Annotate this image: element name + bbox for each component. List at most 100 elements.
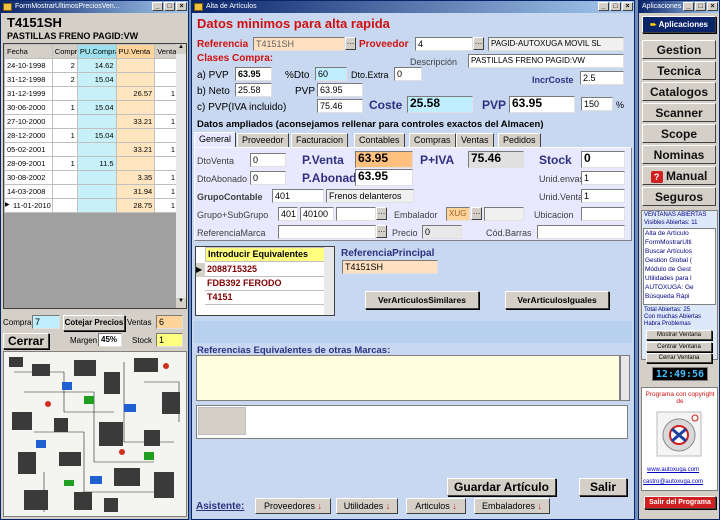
ver-articulos-similares-button[interactable]: VerArticulosSimilares — [365, 291, 479, 309]
subgrupo-input[interactable]: 40100 — [300, 207, 334, 221]
equivalent-row[interactable]: 2088715325 — [205, 263, 325, 277]
close-button[interactable]: × — [176, 2, 187, 11]
pvp-a-input[interactable]: 63.95 — [235, 67, 272, 81]
tab-ventas[interactable]: Ventas — [456, 133, 494, 147]
table-row[interactable]: 05-02-2001 33.21 1 — [4, 142, 178, 157]
scroll-up-arrow[interactable]: ▲ — [176, 44, 186, 54]
nav-catalogos[interactable]: Catalogos — [642, 82, 716, 101]
mostrar-ventana-button[interactable]: Mostrar Ventana — [646, 330, 712, 340]
col-fecha[interactable]: Fecha — [4, 44, 53, 59]
window-list-item[interactable]: Utilidades para l — [644, 274, 715, 283]
close-button[interactable]: × — [622, 2, 633, 11]
pvp-iva-input[interactable]: 75.46 — [317, 99, 363, 113]
grupo-input[interactable]: 401 — [278, 207, 298, 221]
incr-coste-input[interactable]: 2.5 — [580, 71, 624, 85]
window-list-item[interactable]: Módulo de Gest — [644, 265, 715, 274]
table-row[interactable]: 31-12-1999 26.57 1 — [4, 86, 178, 101]
title-bar[interactable]: Aplicaciones _ □ × — [639, 1, 719, 13]
cod-barras-input[interactable] — [537, 225, 625, 239]
tab-facturacion[interactable]: Facturacion — [291, 133, 349, 147]
cotejar-precios-button[interactable]: Cotejar Precios — [63, 315, 125, 331]
table-row[interactable]: 24-10-1998 2 14.62 — [4, 58, 178, 73]
ref-equivalentes-textarea[interactable] — [196, 355, 620, 401]
referencia-input[interactable]: T4151SH — [253, 37, 345, 51]
embalador-lookup-button[interactable]: … — [471, 207, 482, 220]
cerrar-button[interactable]: Cerrar — [3, 333, 49, 349]
embalador-input[interactable]: XUG — [446, 207, 470, 221]
website-link[interactable]: www.autoxuga.com — [647, 467, 699, 473]
window-list-item[interactable]: Gestion Global ( — [644, 256, 715, 265]
salir-programa-button[interactable]: Salir del Programa — [644, 496, 716, 509]
nav-scope[interactable]: Scope — [642, 124, 716, 143]
window-list-item[interactable]: FormMostrarUlti — [644, 238, 715, 247]
table-row[interactable]: 28-09-2001 1 11.5 — [4, 156, 178, 171]
pvp-input[interactable]: 63.95 — [317, 83, 363, 97]
cerrar-ventana-button[interactable]: Cerrar Ventana — [646, 353, 712, 363]
table-row[interactable]: 31-12-1998 2 15.04 — [4, 72, 178, 87]
window-list-item[interactable]: Búsqueda Rápi — [644, 292, 715, 301]
dto-input[interactable]: 60 — [315, 67, 347, 81]
table-row[interactable]: 11-01-2010 ▶ 28.75 1 — [4, 198, 178, 213]
tab-compras[interactable]: Compras — [409, 133, 456, 147]
tab-pedidos[interactable]: Pedidos — [498, 133, 541, 147]
proveedor-input[interactable]: 4 — [415, 37, 473, 51]
tab-proveedor[interactable]: Proveedor — [237, 133, 289, 147]
maximize-button[interactable]: □ — [695, 2, 706, 11]
nav-gestion[interactable]: Gestion — [642, 40, 716, 59]
table-row[interactable]: 30-06-2000 1 15.04 — [4, 100, 178, 115]
asistente-articulos-button[interactable]: Articulos ↓ — [406, 498, 466, 514]
equivalent-row[interactable]: T4151 — [205, 291, 325, 305]
grupo-contable-input[interactable]: 401 — [272, 189, 324, 203]
title-bar[interactable]: Alta de Artículos _ □ × — [192, 1, 634, 13]
title-bar[interactable]: FormMostrarUltimosPreciosVen... _ □ × — [1, 1, 188, 13]
unid-envase-input[interactable]: 1 — [581, 171, 625, 185]
precio-input[interactable]: 0 — [422, 225, 462, 239]
asistente-embaladores-button[interactable]: Embaladores ↓ — [474, 498, 550, 514]
close-button[interactable]: × — [707, 2, 718, 11]
ref-equivalentes-scrollbar[interactable] — [620, 355, 630, 401]
referencia-marca-lookup-button[interactable]: … — [376, 225, 387, 238]
minimize-button[interactable]: _ — [683, 2, 694, 11]
window-list-item[interactable]: Buscar Artículos — [644, 247, 715, 256]
subgrupo-lookup-button[interactable]: … — [376, 207, 387, 220]
table-row[interactable]: 30-08-2002 3.35 1 — [4, 170, 178, 185]
salir-button[interactable]: Salir — [579, 478, 627, 496]
window-list-item[interactable]: AUTOXUGA: Ge — [644, 283, 715, 292]
col-pu-compra[interactable]: PU.Compra — [76, 44, 117, 59]
proveedor-lookup-button[interactable]: … — [473, 37, 484, 50]
referencia-marca-input[interactable] — [278, 225, 376, 239]
col-venta[interactable]: Venta — [154, 44, 178, 59]
col-pu-venta[interactable]: PU.Venta — [115, 44, 156, 59]
asistente-utilidades-button[interactable]: Utilidades ↓ — [336, 498, 398, 514]
minimize-button[interactable]: _ — [598, 2, 609, 11]
unid-venta-input[interactable]: 1 — [581, 189, 625, 203]
grid-scrollbar[interactable]: ▲ ▼ — [176, 44, 186, 308]
nav-scanner[interactable]: Scanner — [642, 103, 716, 122]
dtoventa-input[interactable]: 0 — [250, 153, 286, 167]
equivalents-header[interactable]: Introducir Equivalentes — [205, 247, 325, 262]
centrar-ventana-button[interactable]: Centrar Ventana — [646, 342, 712, 352]
equivalent-row[interactable]: FDB392 FERODO — [205, 277, 325, 291]
guardar-articulo-button[interactable]: Guardar Artículo — [447, 478, 556, 496]
ubicacion-input[interactable] — [581, 207, 625, 221]
nav-manual[interactable]: ? Manual — [642, 166, 716, 185]
percent-input[interactable]: 150 — [581, 97, 613, 111]
asistente-proveedores-button[interactable]: Proveedores ↓ — [255, 498, 331, 514]
equivalents-scrollbar[interactable] — [324, 247, 334, 315]
nav-nominas[interactable]: Nominas — [642, 145, 716, 164]
nav-seguros[interactable]: Seguros — [642, 187, 716, 206]
descripcion-input[interactable]: PASTILLAS FRENO PAGID:VW — [468, 54, 624, 68]
ver-articulos-iguales-button[interactable]: VerArticulosIguales — [505, 291, 609, 309]
tab-contables[interactable]: Contables — [354, 133, 405, 147]
neto-input[interactable]: 25.58 — [235, 83, 272, 97]
windows-list[interactable]: Alta de Artículo FormMostrarUlti Buscar Ar… — [643, 228, 716, 305]
nav-tecnica[interactable]: Tecnica — [642, 61, 716, 80]
window-list-item[interactable]: Alta de Artículo — [644, 229, 715, 238]
scroll-down-arrow[interactable]: ▼ — [176, 298, 186, 308]
table-row[interactable]: 28-12-2000 1 15.04 — [4, 128, 178, 143]
table-row[interactable]: 27-10-2000 33.21 1 — [4, 114, 178, 129]
minimize-button[interactable]: _ — [152, 2, 163, 11]
email-link[interactable]: castro@autoxuga.com — [643, 479, 703, 485]
referencia-lookup-button[interactable]: … — [345, 37, 356, 50]
aplicaciones-button[interactable]: ➨ Aplicaciones — [642, 16, 716, 33]
